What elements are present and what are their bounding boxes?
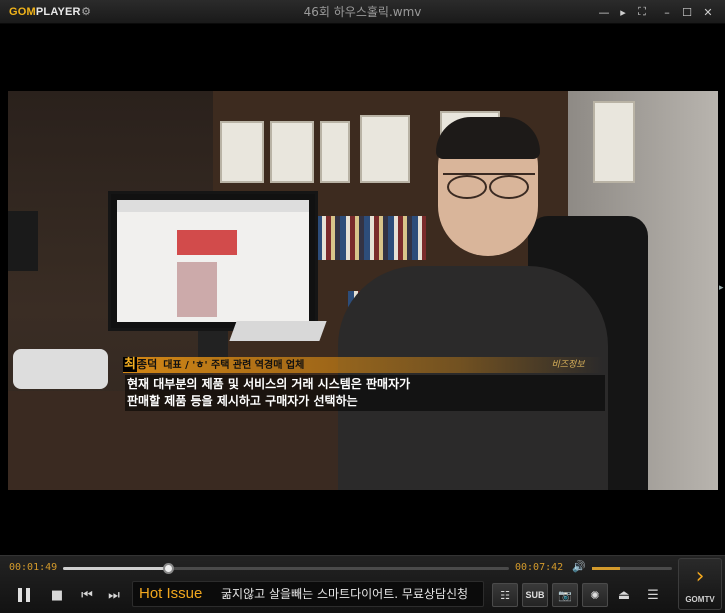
mini-play-button[interactable]: ▸ xyxy=(615,4,631,20)
next-button[interactable]: ⏭ xyxy=(102,583,126,607)
hot-issue-badge: Hot Issue xyxy=(139,585,203,602)
eject-button[interactable]: ⏏ xyxy=(612,583,636,607)
maximize-button[interactable]: ☐ xyxy=(679,4,695,20)
camera-icon: 📷 xyxy=(558,588,572,602)
close-icon: ✕ xyxy=(703,5,713,19)
video-area[interactable]: 최종덕 대표 / 'ㅎ' 주택 관련 역경매 업체 비즈정보 현재 대부분의 제품… xyxy=(8,24,718,554)
title-bar[interactable]: GOMPLAYER ⚙ 46회 하우스홀릭.wmv — ▸ ⛶ – ☐ ✕ xyxy=(0,0,725,24)
logo-gom-text: GOM xyxy=(9,6,36,18)
caption-given-name: 종덕 xyxy=(136,358,158,371)
certificate xyxy=(593,101,635,183)
equalizer-icon: ☷ xyxy=(500,588,510,602)
previous-button[interactable]: ⏮ xyxy=(75,583,99,607)
keyboard xyxy=(229,321,327,341)
settings-gear-icon[interactable]: ⚙ xyxy=(80,6,92,18)
maximize-icon: ☐ xyxy=(682,5,692,19)
subtitle-line-2: 판매할 제품 등을 제시하고 구매자가 선택하는 xyxy=(127,394,358,408)
screenshot-button[interactable]: 📷 xyxy=(552,583,578,607)
previous-icon: ⏮ xyxy=(81,587,93,603)
hot-issue-ticker[interactable]: Hot Issue 굶지않고 살을빼는 스마트다이어트. 무료상담신청 xyxy=(132,581,484,607)
station-logo: 비즈정보 xyxy=(551,360,585,370)
logo-player-text: PLAYER xyxy=(35,6,81,18)
play-mini-icon: ▸ xyxy=(620,5,626,19)
video-frame[interactable]: 최종덕 대표 / 'ㅎ' 주택 관련 역경매 업체 비즈정보 현재 대부분의 제품… xyxy=(8,91,718,490)
certificate xyxy=(270,121,314,183)
equalizer-button[interactable]: ☷ xyxy=(492,583,518,607)
total-time: 00:07:42 xyxy=(515,562,564,573)
gomtv-button[interactable]: › GOMTV xyxy=(678,558,722,610)
elapsed-time: 00:01:49 xyxy=(9,562,58,573)
seek-progress xyxy=(63,567,169,570)
chevron-right-icon: › xyxy=(695,564,705,589)
close-button[interactable]: ✕ xyxy=(700,4,716,20)
book-row xyxy=(316,216,426,260)
certificate xyxy=(320,121,350,183)
minimize-icon: – xyxy=(664,5,670,19)
certificate xyxy=(360,115,410,183)
compact-mode-icon: — xyxy=(598,5,610,19)
fullscreen-icon: ⛶ xyxy=(638,5,646,18)
glasses xyxy=(443,173,535,199)
caption-surname: 최 xyxy=(123,357,137,372)
subtitle: 현재 대부분의 제품 및 서비스의 거래 시스템은 판매자가 판매할 제품 등을… xyxy=(125,375,605,411)
monitor-browser-bar xyxy=(117,200,309,212)
side-panel-toggle-icon[interactable]: ▸ xyxy=(719,282,725,294)
gomtv-label: GOMTV xyxy=(685,595,715,604)
seek-bar[interactable] xyxy=(63,563,509,574)
subtitle-button[interactable]: SUB xyxy=(522,583,548,607)
fullscreen-button[interactable]: ⛶ xyxy=(634,4,650,20)
monitor-map xyxy=(177,262,217,317)
next-icon: ⏭ xyxy=(108,587,120,603)
monitor-banner xyxy=(177,230,237,255)
gom-lab-button[interactable]: ✺ xyxy=(582,583,608,607)
interviewee-hair xyxy=(436,117,540,159)
hot-issue-text[interactable]: 굶지않고 살을빼는 스마트다이어트. 무료상담신청 xyxy=(221,582,468,606)
certificate xyxy=(220,121,264,183)
gom-player-logo[interactable]: GOMPLAYER xyxy=(9,5,81,19)
desk-phone xyxy=(13,349,108,389)
playlist-button[interactable]: ☰ xyxy=(641,583,665,607)
eject-icon: ⏏ xyxy=(617,587,631,603)
volume-icon[interactable]: 🔊 xyxy=(572,561,586,573)
compact-mode-button[interactable]: — xyxy=(596,4,612,20)
monitor xyxy=(108,191,318,331)
subtitle-line-1: 현재 대부분의 제품 및 서비스의 거래 시스템은 판매자가 xyxy=(127,377,411,391)
stop-icon: ■ xyxy=(50,587,64,603)
printer xyxy=(8,211,38,271)
pause-icon xyxy=(18,588,30,602)
control-bar: 00:01:49 00:07:42 🔊 ■ ⏮ ⏭ Hot Issue 굶지않고… xyxy=(0,555,725,613)
seek-handle[interactable] xyxy=(163,563,175,574)
gom-spiral-icon: ✺ xyxy=(590,588,600,602)
caption-title: 대표 / 'ㅎ' 주택 관련 역경매 업체 xyxy=(163,360,305,371)
volume-level xyxy=(592,567,620,570)
caption-name: 최종덕 대표 / 'ㅎ' 주택 관련 역경매 업체 xyxy=(123,356,304,373)
volume-slider[interactable] xyxy=(592,567,672,570)
subtitle-label: SUB xyxy=(525,590,545,600)
stop-button[interactable]: ■ xyxy=(45,583,69,607)
menu-icon: ☰ xyxy=(647,587,659,603)
pause-button[interactable] xyxy=(12,583,36,607)
monitor-screen xyxy=(117,200,309,322)
minimize-button[interactable]: – xyxy=(659,4,675,20)
